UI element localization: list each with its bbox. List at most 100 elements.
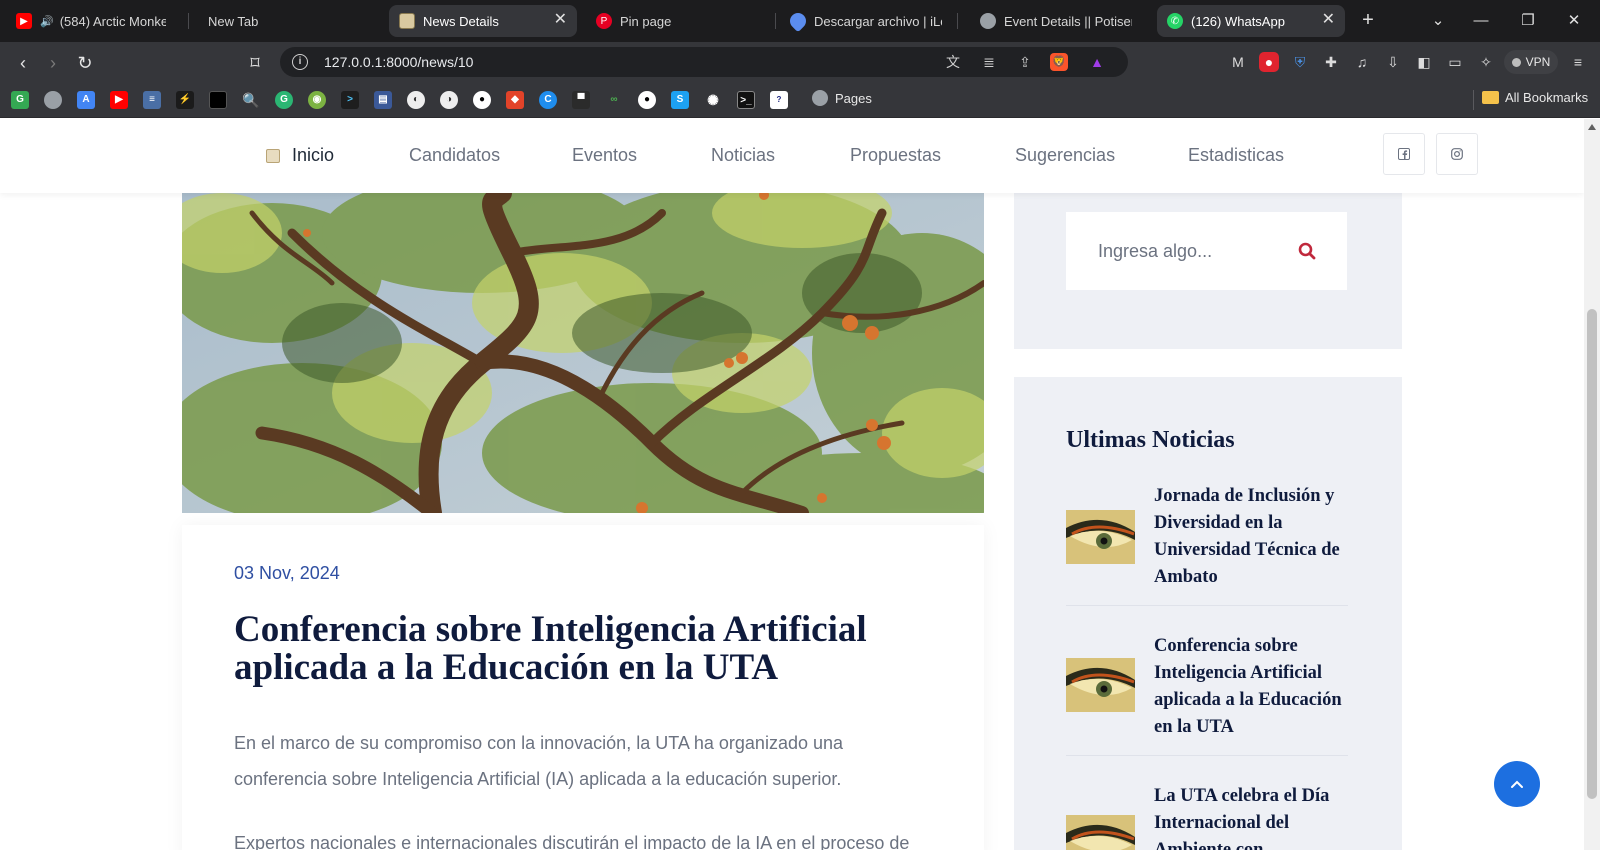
nav-sugerencias[interactable]: Sugerencias <box>1015 145 1115 166</box>
tab-whatsapp[interactable]: ✆ (126) WhatsApp ✕ <box>1157 5 1345 37</box>
bookmark-github-icon[interactable]: ● <box>473 91 491 109</box>
tab-ilove[interactable]: Descargar archivo | iLove <box>780 5 952 37</box>
media-music-icon[interactable]: ♫ <box>1352 52 1372 72</box>
extension-m-icon[interactable]: M <box>1228 52 1248 72</box>
bookmark-youtube-icon[interactable]: ▶ <box>110 91 128 109</box>
bookmark-doc-icon[interactable]: ≡ <box>143 91 161 109</box>
wallet-icon[interactable]: ▭ <box>1445 52 1465 72</box>
vpn-button[interactable]: VPN <box>1504 50 1558 74</box>
list-item[interactable]: Conferencia sobre Inteligencia Artificia… <box>1066 633 1348 743</box>
news-title[interactable]: La UTA celebra el Día Internacional del … <box>1154 783 1350 850</box>
bookmark-circle2-icon[interactable]: ◑ <box>440 91 458 109</box>
share-icon[interactable]: ⇪ <box>1016 53 1034 71</box>
folder-icon <box>1482 91 1499 104</box>
bookmark-codeium-icon[interactable]: C <box>539 91 557 109</box>
close-tab-icon[interactable]: ✕ <box>554 12 567 28</box>
bookmark-globe-icon[interactable] <box>44 91 62 109</box>
nav-inicio[interactable]: Inicio <box>292 145 334 166</box>
bookmark-help-icon[interactable]: ? <box>770 91 788 109</box>
tab-new-tab[interactable]: New Tab <box>198 5 378 37</box>
tab-youtube[interactable]: ▶ 🔊 (584) Arctic Monkeys <box>6 5 176 37</box>
bookmark-lightning-icon[interactable]: ⚡ <box>176 91 194 109</box>
search-input[interactable] <box>1098 240 1288 262</box>
back-to-top-button[interactable] <box>1494 761 1540 807</box>
bookmark-cmd-icon[interactable]: >_ <box>737 91 755 109</box>
bookmark-icon[interactable]: ⌑ <box>242 50 268 76</box>
nav-eventos[interactable]: Eventos <box>572 145 637 166</box>
tab-news-details[interactable]: News Details ✕ <box>389 5 577 37</box>
news-title[interactable]: Conferencia sobre Inteligencia Artificia… <box>1154 633 1350 741</box>
extension-shield-icon[interactable]: ⛨ <box>1290 52 1310 72</box>
bookmark-gfg-icon[interactable]: ∞ <box>605 91 623 109</box>
site-info-icon[interactable]: i <box>292 54 308 70</box>
tab-event-details[interactable]: Event Details || Potisen || I <box>970 5 1142 37</box>
page-scrollbar[interactable] <box>1584 119 1600 850</box>
leo-ai-icon[interactable]: ✧ <box>1476 52 1496 72</box>
bookmark-circle-icon[interactable]: ◐ <box>407 91 425 109</box>
site-logo-icon[interactable] <box>266 149 280 163</box>
brave-shields-icon[interactable]: 🦁 <box>1050 53 1068 71</box>
instagram-icon[interactable] <box>1436 133 1478 175</box>
minimize-button[interactable]: — <box>1466 9 1496 33</box>
sidebar-search-box <box>1014 191 1402 349</box>
search-field[interactable] <box>1066 212 1347 290</box>
list-item[interactable]: La UTA celebra el Día Internacional del … <box>1066 783 1348 850</box>
facebook-icon[interactable] <box>1383 133 1425 175</box>
nav-propuestas[interactable]: Propuestas <box>850 145 941 166</box>
news-title[interactable]: Jornada de Inclusión y Diversidad en la … <box>1154 483 1350 591</box>
new-tab-button[interactable]: + <box>1355 8 1381 34</box>
bookmark-book-icon[interactable]: ▤ <box>374 91 392 109</box>
sidebar-toggle-icon[interactable]: ◧ <box>1414 52 1434 72</box>
article-paragraph: En el marco de su compromiso con la inno… <box>234 733 844 789</box>
menu-hamburger-icon[interactable]: ≡ <box>1568 52 1588 72</box>
tab-search-chevron-icon[interactable]: ⌄ <box>1423 9 1453 33</box>
bookmark-gitlab-icon[interactable]: ◆ <box>506 91 524 109</box>
brave-rewards-icon[interactable]: ▲ <box>1088 53 1106 71</box>
close-window-button[interactable]: ✕ <box>1559 9 1589 33</box>
bookmark-pages[interactable]: Pages <box>812 90 872 106</box>
bookmark-s-icon[interactable]: S <box>671 91 689 109</box>
article-paragraph: Expertos nacionales e internacionales di… <box>234 833 910 850</box>
news-thumbnail[interactable] <box>1066 510 1135 564</box>
address-bar[interactable]: i 127.0.0.1:8000/news/10 文 ≣ ⇪ 🦁 ▲ <box>280 47 1128 77</box>
restore-button[interactable]: ❐ <box>1513 9 1543 33</box>
extensions-puzzle-icon[interactable]: ✚ <box>1321 52 1341 72</box>
bookmark-android-icon[interactable]: ◉ <box>308 91 326 109</box>
bookmark-terminal-icon[interactable]: > <box>341 91 359 109</box>
all-bookmarks[interactable]: All Bookmarks <box>1482 90 1588 105</box>
tab-label: News Details <box>423 13 499 29</box>
bookmark-github2-icon[interactable]: ● <box>638 91 656 109</box>
bookmark-unsplash-icon[interactable]: ▀ <box>572 91 590 109</box>
scrollbar-thumb[interactable] <box>1587 309 1597 799</box>
news-thumbnail[interactable] <box>1066 815 1135 850</box>
nav-estadisticas[interactable]: Estadisticas <box>1188 145 1284 166</box>
tab-pinterest[interactable]: P Pin page <box>586 5 766 37</box>
tab-label: Pin page <box>620 13 672 29</box>
close-tab-icon[interactable]: ✕ <box>1322 12 1335 28</box>
news-thumbnail[interactable] <box>1066 658 1135 712</box>
pinterest-icon: P <box>596 13 612 29</box>
downloads-icon[interactable]: ⇩ <box>1383 52 1403 72</box>
tab-label: (584) Arctic Monkeys <box>59 13 166 29</box>
bookmark-translate-icon[interactable]: A <box>77 91 95 109</box>
translate-icon[interactable]: 文 <box>944 53 962 71</box>
list-item[interactable]: Jornada de Inclusión y Diversidad en la … <box>1066 483 1348 587</box>
reader-mode-icon[interactable]: ≣ <box>980 53 998 71</box>
scroll-up-arrow-icon[interactable] <box>1588 124 1596 130</box>
forward-button[interactable]: › <box>40 50 66 76</box>
back-button[interactable]: ‹ <box>10 50 36 76</box>
nav-noticias[interactable]: Noticias <box>711 145 775 166</box>
bookmark-black-icon[interactable] <box>209 91 227 109</box>
url-text[interactable]: 127.0.0.1:8000/news/10 <box>324 54 473 70</box>
reload-icon[interactable]: ↻ <box>72 50 98 76</box>
ilove-heart-icon <box>786 9 810 33</box>
bookmark-grammarly-icon[interactable]: G <box>275 91 293 109</box>
search-icon[interactable] <box>1297 241 1317 261</box>
tab-label: Descargar archivo | iLove <box>814 13 942 29</box>
bookmarks-bar: G A ▶ ≡ ⚡ 🔍 G ◉ > ▤ ◐ ◑ ● ◆ C ▀ ∞ ● S ✺ … <box>0 82 1600 118</box>
bookmark-openai-icon[interactable]: ✺ <box>704 91 722 109</box>
bookmark-search-icon[interactable]: 🔍 <box>242 91 260 109</box>
extension-adblock-icon[interactable]: ● <box>1259 52 1279 72</box>
nav-candidatos[interactable]: Candidatos <box>409 145 500 166</box>
bookmark-g-icon[interactable]: G <box>11 91 29 109</box>
